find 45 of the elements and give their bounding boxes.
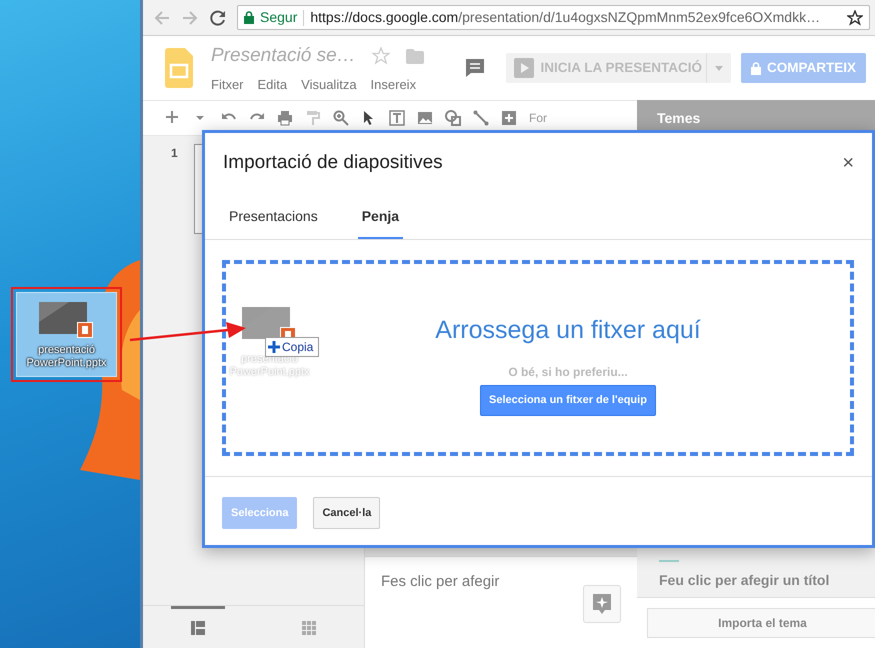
tooltip-text: Copia (282, 339, 314, 356)
print-icon[interactable] (277, 110, 293, 126)
choose-file-button[interactable]: Selecciona un fitxer de l'equip (480, 385, 656, 416)
add-comment-icon[interactable] (501, 110, 517, 126)
plus-icon[interactable] (165, 110, 181, 126)
explore-button[interactable] (583, 585, 621, 623)
menu-item[interactable]: Insereix (370, 74, 416, 94)
comment-icon[interactable] (464, 57, 486, 79)
theme-preview-title: Feu clic per afegir un títol (659, 571, 830, 590)
url-text: https://docs.google.com/presentation/d/1u4ogxsNZQpmMnm52ex9fce6OXmdkk… (310, 8, 820, 27)
slide-number: 1 (171, 145, 178, 162)
zoom-icon[interactable] (333, 110, 349, 126)
star-icon[interactable] (847, 10, 863, 26)
file-name: presentació PowerPoint.pptx (25, 344, 108, 370)
close-button[interactable]: × (842, 149, 854, 178)
drop-zone-title: Arrossega un fitxer aquí (435, 314, 701, 346)
document-title[interactable]: Presentació se… (211, 42, 356, 70)
security-label: Segur (260, 8, 298, 27)
lock-icon (244, 11, 254, 24)
notes-placeholder: Fes clic per afegir (381, 572, 500, 592)
shape-icon[interactable] (445, 110, 461, 126)
lock-icon (750, 62, 761, 74)
cancel-button[interactable]: Cancel·la (313, 496, 380, 529)
image-icon[interactable] (417, 110, 433, 126)
line-icon[interactable] (473, 110, 489, 126)
menu-item[interactable]: Edita (258, 74, 288, 94)
menu-item[interactable]: Visualitza (301, 74, 357, 94)
reload-icon[interactable] (209, 8, 227, 26)
grid-icon (302, 621, 316, 636)
play-icon (514, 58, 534, 78)
text-box-icon[interactable] (389, 110, 405, 126)
dialog-tab[interactable]: Penja (358, 206, 404, 238)
toolbar-label: For (529, 110, 547, 127)
import-theme-button[interactable]: Importa el tema (647, 608, 875, 638)
dialog-title: Importació de diapositives (223, 151, 443, 175)
menu-item[interactable]: Fitxer (211, 74, 244, 94)
list-icon (191, 621, 206, 636)
address-bar[interactable]: Segur https://docs.google.com/presentation/d/1u4ogxsNZQpmMnm52ex9fce6OXmdkk… (237, 5, 870, 30)
sparkle-icon (593, 594, 611, 614)
plus-icon (268, 341, 280, 353)
speaker-notes[interactable]: Fes clic per afegir (365, 556, 637, 648)
caret-icon (714, 66, 723, 70)
drop-zone-hint: O bé, si ho preferiu... (508, 364, 628, 381)
dialog-tab[interactable]: Presentacions (225, 206, 322, 238)
presentation-file-icon (38, 300, 94, 340)
